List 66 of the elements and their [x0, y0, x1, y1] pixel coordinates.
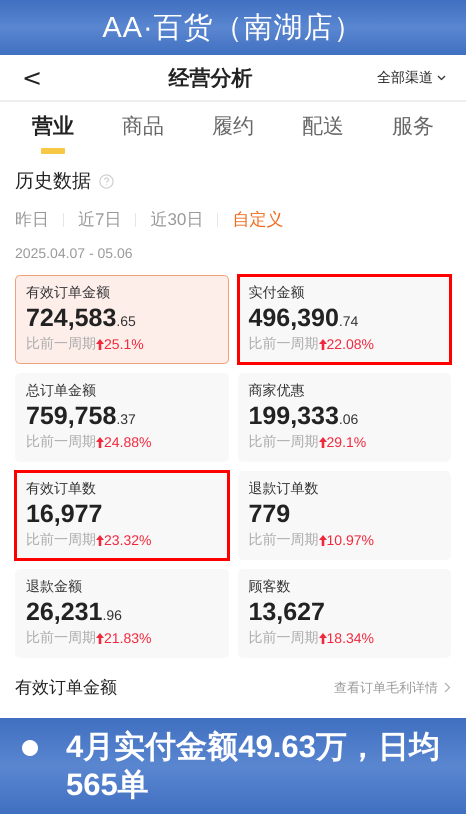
change-value: 24.88% — [104, 434, 152, 450]
tab[interactable]: 履约 — [212, 112, 254, 162]
metric-label: 有效订单数 — [26, 480, 97, 498]
arrow-up-icon — [96, 534, 104, 546]
tab[interactable]: 营业 — [32, 112, 74, 162]
arrow-up-icon — [96, 338, 104, 350]
help-icon[interactable] — [99, 174, 114, 188]
change-value: 23.32% — [104, 532, 152, 548]
compare-label: 比前一周期 — [26, 433, 96, 451]
tab[interactable]: 服务 — [392, 112, 434, 162]
arrow-up-icon — [318, 338, 326, 350]
channel-dropdown[interactable]: 全部渠道 — [377, 68, 446, 86]
section-title: 历史数据 — [15, 170, 91, 194]
metric-value: 16,977 — [26, 500, 104, 529]
arrow-up-icon — [96, 436, 104, 448]
metric-card[interactable]: 退款订单数 779 比前一周期 10.97% — [238, 471, 451, 560]
metric-label: 退款金额 — [26, 578, 83, 596]
change-value: 10.97% — [326, 532, 374, 548]
metric-card[interactable]: 商家优惠 199,333.06 比前一周期 29.1% — [238, 373, 451, 462]
change-value: 18.34% — [326, 630, 374, 646]
compare-label: 比前一周期 — [26, 629, 96, 647]
date-range: 2025.04.07 - 05.06 — [15, 245, 134, 261]
back-button[interactable]: < — [20, 64, 44, 92]
compare-label: 比前一周期 — [248, 531, 318, 549]
change-value: 22.08% — [326, 336, 374, 352]
compare-label: 比前一周期 — [26, 531, 96, 549]
metric-card[interactable]: 有效订单金额 724,583.65 比前一周期 25.1% — [15, 275, 228, 364]
metric-value: 759,758.37 — [26, 402, 137, 431]
metric-card[interactable]: 退款金额 26,231.96 比前一周期 21.83% — [15, 569, 228, 658]
metric-card[interactable]: 实付金额 496,390.74 比前一周期 22.08% — [238, 275, 451, 364]
metric-card[interactable]: 顾客数 13,627 比前一周期 18.34% — [238, 569, 451, 658]
tab[interactable]: 配送 — [302, 112, 344, 162]
compare-label: 比前一周期 — [26, 335, 96, 353]
change-value: 29.1% — [326, 434, 366, 450]
metric-card[interactable]: 总订单金额 759,758.37 比前一周期 24.88% — [15, 373, 228, 462]
metric-value: 496,390.74 — [248, 304, 360, 333]
tab-indicator — [41, 148, 65, 154]
compare-label: 比前一周期 — [248, 433, 318, 451]
metric-label: 实付金额 — [248, 284, 306, 302]
metric-label: 总订单金额 — [26, 382, 97, 400]
bullet-icon — [22, 740, 38, 756]
metric-value: 26,231.96 — [26, 598, 123, 627]
arrow-up-icon — [96, 632, 104, 644]
arrow-up-icon — [318, 632, 326, 644]
metric-card[interactable]: 有效订单数 16,977 比前一周期 23.32% — [15, 471, 228, 560]
metric-value: 13,627 — [248, 598, 326, 627]
metric-value: 199,333.06 — [248, 402, 360, 431]
metric-label: 有效订单金额 — [26, 284, 111, 302]
compare-label: 比前一周期 — [248, 629, 318, 647]
chevron-right-icon — [444, 682, 451, 693]
tab[interactable]: 商品 — [122, 112, 164, 162]
change-value: 21.83% — [104, 630, 152, 646]
chevron-down-icon — [437, 74, 446, 80]
metric-label: 商家优惠 — [248, 382, 306, 400]
page-title: 经营分析 — [167, 66, 254, 92]
caption-text: 4月实付金额49.63万，日均565单 — [66, 728, 441, 804]
change-value: 25.1% — [104, 336, 144, 352]
metric-label: 顾客数 — [248, 578, 292, 596]
metric-label: 退款订单数 — [248, 480, 320, 498]
chart-title: 有效订单金额 — [15, 677, 117, 699]
metric-value: 779 — [248, 500, 292, 529]
arrow-up-icon — [318, 534, 326, 546]
compare-label: 比前一周期 — [248, 335, 318, 353]
metric-value: 724,583.65 — [26, 304, 137, 333]
arrow-up-icon — [318, 436, 326, 448]
store-title: AA·百货（南湖店） — [102, 10, 364, 46]
